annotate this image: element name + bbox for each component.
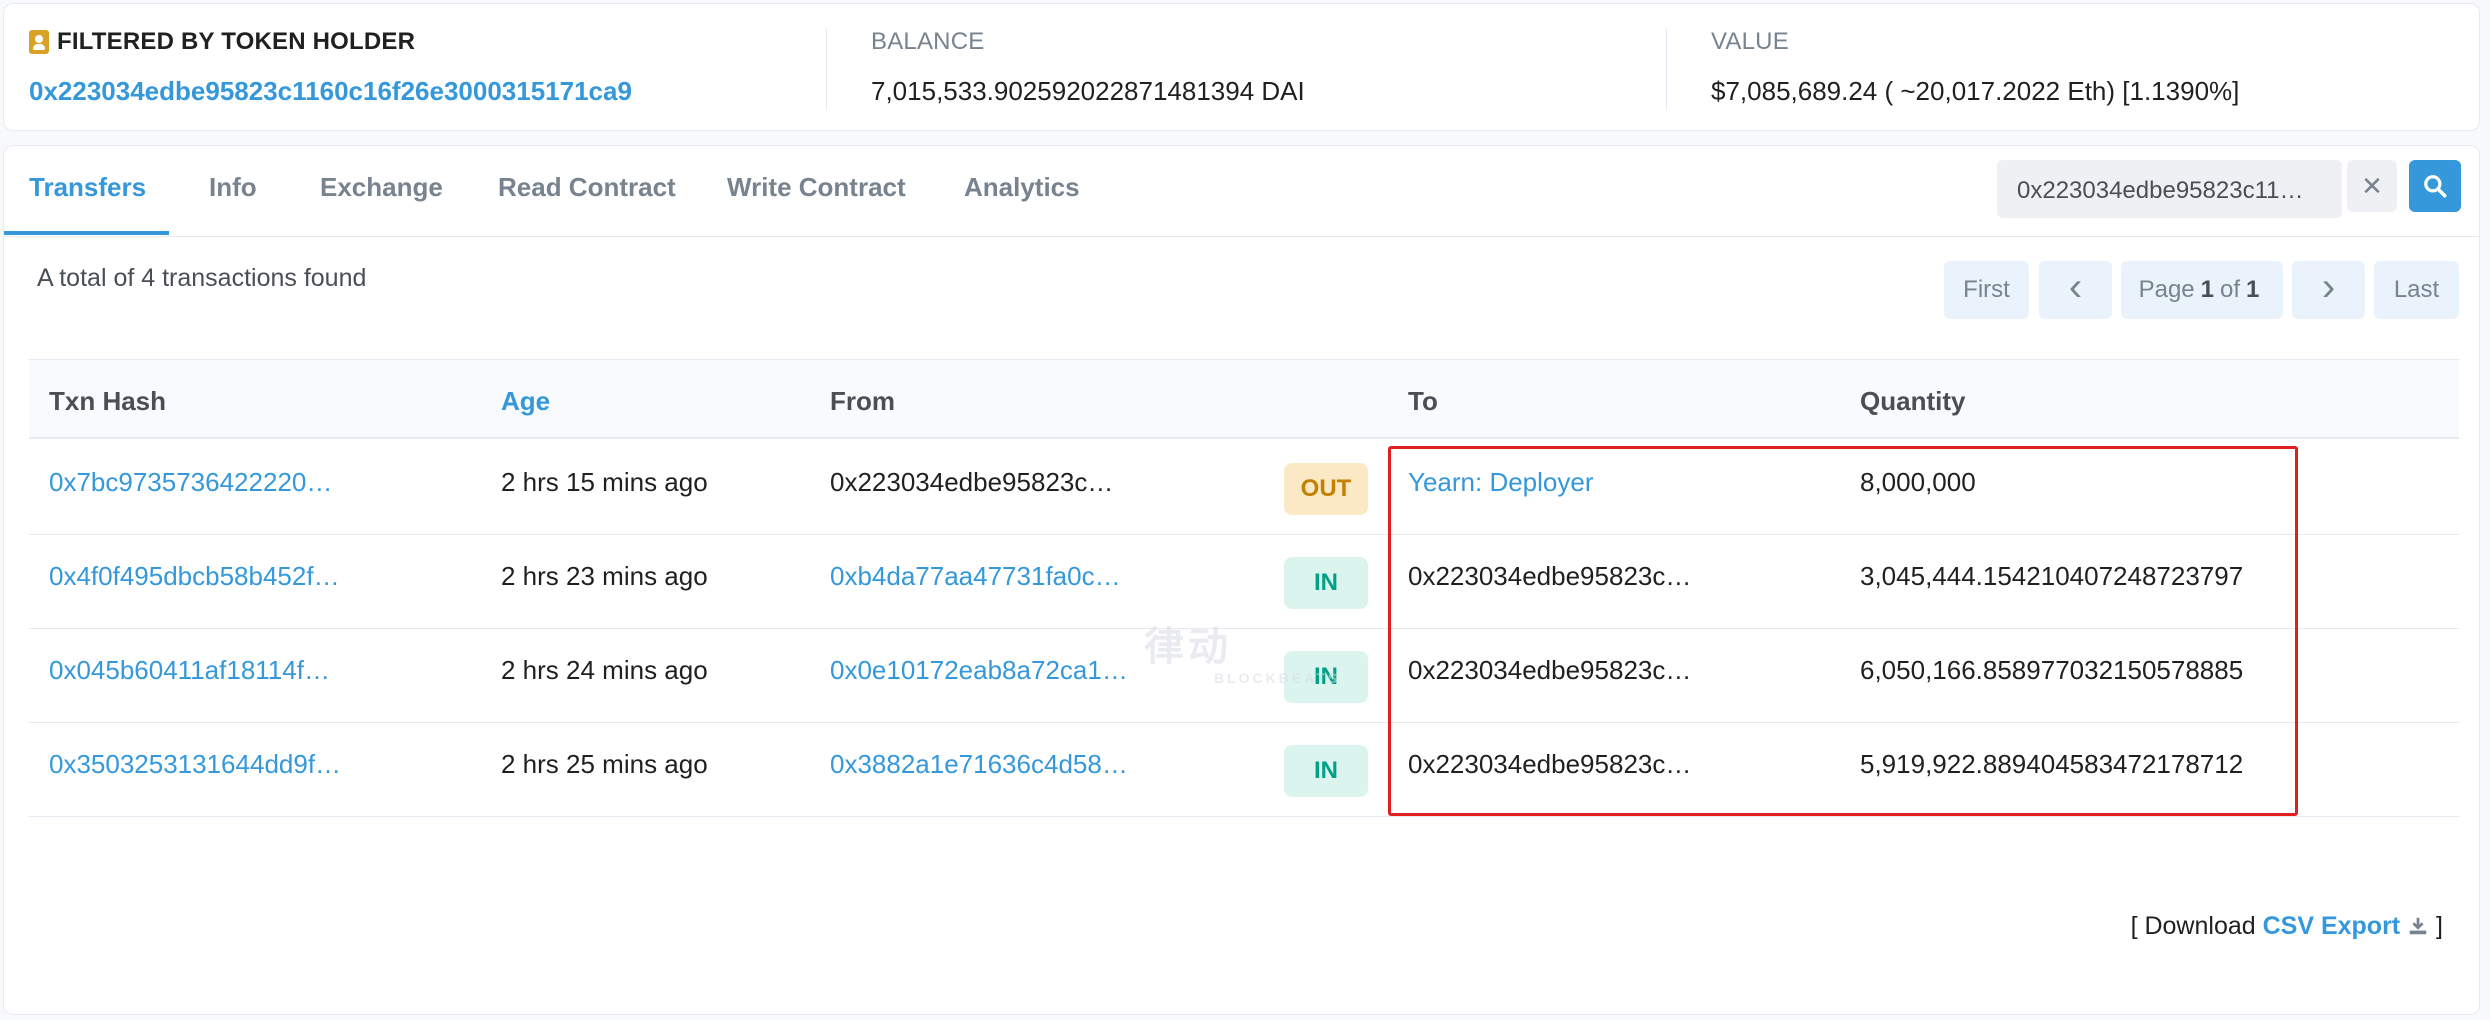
table-row: 0x7bc9735736422220… 2 hrs 15 mins ago 0x… — [29, 441, 2459, 535]
table-row: 0x4f0f495dbcb58b452f… 2 hrs 23 mins ago … — [29, 535, 2459, 629]
tab-bar: Transfers Info Exchange Read Contract Wr… — [4, 146, 2479, 237]
from-address-link[interactable]: 0xb4da77aa47731fa0c… — [830, 561, 1121, 592]
holder-column: FILTERED BY TOKEN HOLDER 0x223034edbe958… — [29, 28, 632, 107]
balance-column: BALANCE 7,015,533.902592022871481394 DAI — [871, 28, 1305, 107]
age-cell: 2 hrs 24 mins ago — [501, 655, 708, 685]
tab-info[interactable]: Info — [209, 172, 257, 203]
pager-first-button[interactable]: First — [1944, 261, 2029, 319]
download-icon — [2409, 917, 2427, 935]
current-page: 1 — [2200, 276, 2215, 303]
direction-badge-out: OUT — [1284, 463, 1368, 515]
divider — [1666, 28, 1667, 110]
search-button[interactable] — [2409, 160, 2461, 212]
header-quantity: Quantity — [1860, 386, 1966, 416]
pager-last-button[interactable]: Last — [2374, 261, 2459, 319]
to-address-link[interactable]: Yearn: Deployer — [1408, 467, 1594, 498]
txn-hash-link[interactable]: 0x3503253131644dd9f… — [49, 749, 341, 780]
csv-download: [ Download CSV Export ] — [2130, 912, 2443, 940]
tab-analytics[interactable]: Analytics — [964, 172, 1080, 203]
from-address: 0x223034edbe95823c… — [830, 467, 1114, 497]
txn-hash-link[interactable]: 0x045b60411af18114f… — [49, 655, 330, 686]
to-address: 0x223034edbe95823c… — [1408, 655, 1692, 685]
direction-badge-in: IN — [1284, 557, 1368, 609]
value-column: VALUE $7,085,689.24 ( ~20,017.2022 Eth) … — [1711, 28, 2239, 107]
quantity-cell: 6,050,166.858977032150578885 — [1860, 655, 2244, 685]
search-icon — [2424, 175, 2447, 198]
header-to: To — [1408, 386, 1438, 416]
chevron-left-icon: ‹ — [2068, 264, 2083, 309]
holder-label: FILTERED BY TOKEN HOLDER — [29, 28, 632, 56]
table-row: 0x045b60411af18114f… 2 hrs 24 mins ago 0… — [29, 629, 2459, 723]
txn-hash-link[interactable]: 0x4f0f495dbcb58b452f… — [49, 561, 340, 592]
divider — [826, 28, 827, 110]
csv-export-link[interactable]: CSV Export — [2263, 912, 2401, 940]
token-holder-summary: FILTERED BY TOKEN HOLDER 0x223034edbe958… — [3, 3, 2480, 131]
pager-page-indicator: Page 1 of 1 — [2121, 261, 2283, 319]
clear-filter-button[interactable]: ✕ — [2347, 160, 2397, 212]
tab-read-contract[interactable]: Read Contract — [498, 172, 676, 203]
header-txn-hash: Txn Hash — [49, 386, 167, 416]
balance-label: BALANCE — [871, 28, 985, 55]
tab-transfers[interactable]: Transfers — [29, 172, 146, 203]
table-row: 0x3503253131644dd9f… 2 hrs 25 mins ago 0… — [29, 723, 2459, 817]
quantity-cell: 3,045,444.154210407248723797 — [1860, 561, 2244, 591]
close-icon: ✕ — [2361, 170, 2383, 201]
age-cell: 2 hrs 23 mins ago — [501, 561, 708, 591]
to-address: 0x223034edbe95823c… — [1408, 561, 1692, 591]
holder-label-text: FILTERED BY TOKEN HOLDER — [57, 28, 416, 55]
from-address-link[interactable]: 0x3882a1e71636c4d58… — [830, 749, 1128, 780]
balance-value: 7,015,533.902592022871481394 DAI — [871, 76, 1305, 106]
total-pages: 1 — [2246, 276, 2260, 303]
quantity-cell: 5,919,922.889404583472178712 — [1860, 749, 2244, 779]
transfers-card: Transfers Info Exchange Read Contract Wr… — [3, 145, 2480, 1015]
table-header: Txn Hash Age From To Quantity — [29, 359, 2459, 439]
to-address: 0x223034edbe95823c… — [1408, 749, 1692, 779]
pager-prev-button[interactable]: ‹ — [2039, 261, 2112, 319]
user-badge-icon — [29, 30, 49, 54]
total-transactions-text: A total of 4 transactions found — [37, 264, 367, 292]
tab-write-contract[interactable]: Write Contract — [727, 172, 906, 203]
holder-address-link[interactable]: 0x223034edbe95823c1160c16f26e3000315171c… — [29, 76, 632, 107]
header-from: From — [830, 386, 895, 416]
quantity-cell: 8,000,000 — [1860, 467, 1976, 497]
value-value: $7,085,689.24 ( ~20,017.2022 Eth) [1.139… — [1711, 76, 2240, 106]
age-cell: 2 hrs 25 mins ago — [501, 749, 708, 779]
chevron-right-icon: › — [2321, 264, 2336, 309]
txn-hash-link[interactable]: 0x7bc9735736422220… — [49, 467, 332, 498]
value-label: VALUE — [1711, 28, 1789, 55]
direction-badge-in: IN — [1284, 745, 1368, 797]
tab-exchange[interactable]: Exchange — [320, 172, 443, 203]
from-address-link[interactable]: 0x0e10172eab8a72ca1… — [830, 655, 1128, 686]
direction-badge-in: IN — [1284, 651, 1368, 703]
address-filter-input[interactable]: 0x223034edbe95823c11… — [1997, 160, 2342, 218]
age-cell: 2 hrs 15 mins ago — [501, 467, 708, 497]
header-age-toggle[interactable]: Age — [501, 386, 550, 417]
pager-next-button[interactable]: › — [2292, 261, 2365, 319]
active-tab-indicator — [4, 231, 169, 235]
